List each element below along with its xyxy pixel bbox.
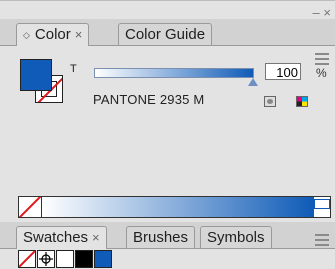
tab-label: Swatches (23, 229, 89, 246)
color-panel-tabstrip: ◇ Color × Color Guide (0, 19, 335, 65)
close-icon[interactable]: × (323, 5, 331, 20)
tab-color-guide[interactable]: Color Guide (118, 23, 213, 45)
tab-symbols[interactable]: Symbols (200, 226, 272, 248)
swatch-pantone-2935[interactable] (94, 250, 112, 268)
tint-slider[interactable] (94, 68, 254, 78)
swatch-row (18, 250, 113, 268)
swatch-white[interactable] (56, 250, 74, 268)
color-spectrum-ramp[interactable] (18, 196, 331, 218)
minimize-icon[interactable]: – (313, 5, 320, 20)
tint-ramp-gradient[interactable] (42, 197, 314, 217)
panel-menu-icon[interactable] (315, 53, 329, 65)
color-panel: – × ◇ Color × Color Guide T 100 % PANTONE … (0, 0, 335, 223)
swatch-registration[interactable] (37, 250, 55, 268)
cmyk-convert-icon[interactable] (296, 96, 308, 107)
tab-close-icon[interactable]: × (92, 230, 100, 245)
none-color-box[interactable] (19, 197, 42, 217)
tint-label: T (70, 63, 77, 75)
tab-close-icon[interactable]: × (75, 27, 83, 42)
swatch-name-label: PANTONE 2935 M (93, 92, 205, 107)
white-end-box[interactable] (314, 199, 330, 209)
fill-swatch[interactable] (20, 59, 52, 91)
tab-color[interactable]: ◇ Color × (16, 23, 90, 46)
none-slash-icon (19, 197, 41, 217)
swatches-panel-tabstrip: Swatches × Brushes Symbols (0, 222, 335, 249)
tab-swatches[interactable]: Swatches × (16, 226, 107, 249)
panel-window-controls[interactable]: – × (313, 5, 331, 20)
registration-icon (39, 252, 53, 266)
tab-brushes[interactable]: Brushes (126, 226, 196, 248)
tab-label: Symbols (207, 229, 265, 246)
tab-collapse-icon[interactable]: ◇ (23, 30, 30, 40)
swatch-black[interactable] (75, 250, 93, 268)
tab-label: Color Guide (125, 26, 206, 43)
tab-label: Color (34, 26, 71, 43)
swatches-panel: – × Swatches× Brushes Symbols (0, 222, 335, 269)
panel-menu-icon[interactable] (315, 234, 329, 246)
spot-color-icon[interactable] (264, 96, 276, 107)
tint-slider-handle[interactable] (248, 78, 258, 86)
tint-percent-input[interactable]: 100 (265, 63, 301, 80)
none-slash-icon (19, 251, 35, 267)
tab-label: Brushes (133, 229, 189, 246)
percent-sign: % (316, 66, 327, 80)
swatch-none[interactable] (18, 250, 36, 268)
